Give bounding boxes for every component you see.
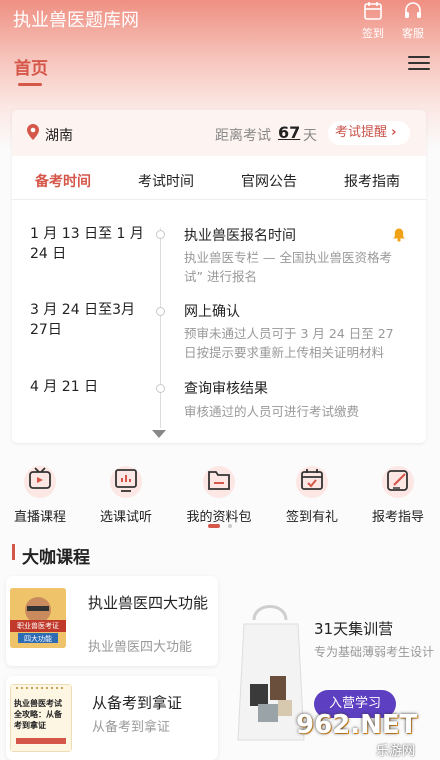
course-subtitle: 从备考到拿证 [92,720,171,735]
watermark-logo: 962.NET [296,710,418,740]
service-button[interactable]: 客服 [393,0,433,41]
course-thumbnail: 职业兽医考证 四大功能 [10,588,66,648]
timeline-desc: 执业兽医专栏 — 全国执业兽医资格考试” 进行报名 [184,250,392,284]
location-name[interactable]: 湖南 [45,125,73,145]
chevron-right-icon: › [391,125,397,140]
menu-icon[interactable] [408,56,430,74]
timeline-date: 1 月 13 日至 1 月 24 日 [30,226,144,262]
calendar-check-icon [301,469,323,490]
quick-action-label: 选课试听 [99,510,152,525]
folder-icon [208,471,230,490]
countdown-label: 距离考试 [215,128,271,144]
timeline-desc: 审核通过的人员可进行考试缴费 [184,404,360,419]
calendar-icon [364,2,382,20]
timeline-dot [156,230,165,239]
tab-official-notice[interactable]: 官网公告 [241,171,297,191]
countdown-unit: 天 [303,128,317,144]
quick-action-label: 我的资料包 [186,510,252,525]
timeline-desc: 预审未通过人员可于 3 月 24 日至 27 日按提示要求重新上传相关证明材料 [184,326,394,360]
timeline-title: 网上确认 [184,304,240,320]
page-dot-active [208,524,220,528]
chart-screen-icon [115,469,137,492]
exam-tabs: 备考时间 考试时间 官网公告 报考指南 [12,160,426,200]
course-title: 执业兽医四大功能 [88,594,209,612]
quick-action-checkin-gift[interactable]: 签到有礼 [272,460,352,525]
course-card[interactable]: 职业兽医考证 四大功能 执业兽医四大功能 执业兽医四大功能 [6,576,218,666]
promo-subtitle: 专为基础薄弱考生设计 [314,645,435,659]
timeline-dot [156,384,165,393]
expand-arrow-icon[interactable] [152,430,166,438]
course-title: 从备考到拿证 [92,694,183,712]
section-title: 大咖课程 [22,548,90,568]
exam-card: 湖南 距离考试 67 天 考试提醒 › 备考时间 考试时间 官网公告 报考指南 … [12,110,426,443]
course-thumbnail-text: 执业兽医考试全攻略：从备考到拿证 [14,699,62,730]
quick-action-my-materials[interactable]: 我的资料包 [179,460,259,525]
tab-registration-guide[interactable]: 报考指南 [344,171,400,191]
course-subtitle: 执业兽医四大功能 [88,640,193,655]
quick-action-live-course[interactable]: 直播课程 [0,460,80,525]
timeline-dot [156,307,165,316]
countdown-days: 67 [278,123,301,142]
course-thumbnail-badge: 四大功能 [24,635,52,643]
exam-reminder-button[interactable]: 考试提醒 › [328,121,410,145]
service-label: 客服 [402,27,424,40]
exam-reminder-label: 考试提醒 [335,125,388,140]
checkin-button[interactable]: 签到 [353,0,393,41]
pen-doc-icon [387,470,408,491]
page-indicator [208,524,233,543]
tab-prep-time[interactable]: 备考时间 [35,171,91,191]
timeline-title: 查询审核结果 [184,381,268,397]
timeline-date: 3 月 24 日至3月27日 [30,302,135,338]
timeline-line [160,228,161,428]
quick-action-label: 直播课程 [13,510,66,525]
app-title: 执业兽医题库网 [13,10,139,31]
home-tab-indicator [18,83,42,86]
tab-exam-time[interactable]: 考试时间 [138,171,194,191]
bell-icon[interactable] [392,227,406,242]
page-dot [228,524,233,528]
timeline-title: 执业兽医报名时间 [184,228,296,244]
headset-icon [405,2,421,18]
quick-action-label: 签到有礼 [285,510,338,525]
course-thumbnail-text: 职业兽医考证 [17,622,59,630]
section-marker [12,544,15,560]
tv-icon [29,467,51,489]
quick-action-exam-guide[interactable]: 报考指导 [358,460,438,525]
course-card[interactable]: 执业兽医考试全攻略：从备考到拿证 从备考到拿证 从备考到拿证 [6,676,218,760]
quick-action-trial-class[interactable]: 选课试听 [86,460,166,525]
quick-action-label: 报考指导 [371,510,424,525]
location-pin-icon [27,124,39,140]
watermark-sub: 乐游网 [376,744,416,759]
checkin-label: 签到 [362,27,384,40]
tab-home[interactable]: 首页 [14,54,48,79]
course-thumbnail: 执业兽医考试全攻略：从备考到拿证 [10,684,72,752]
promo-title: 31天集训营 [314,620,394,638]
timeline-date: 4 月 21 日 [30,379,99,395]
